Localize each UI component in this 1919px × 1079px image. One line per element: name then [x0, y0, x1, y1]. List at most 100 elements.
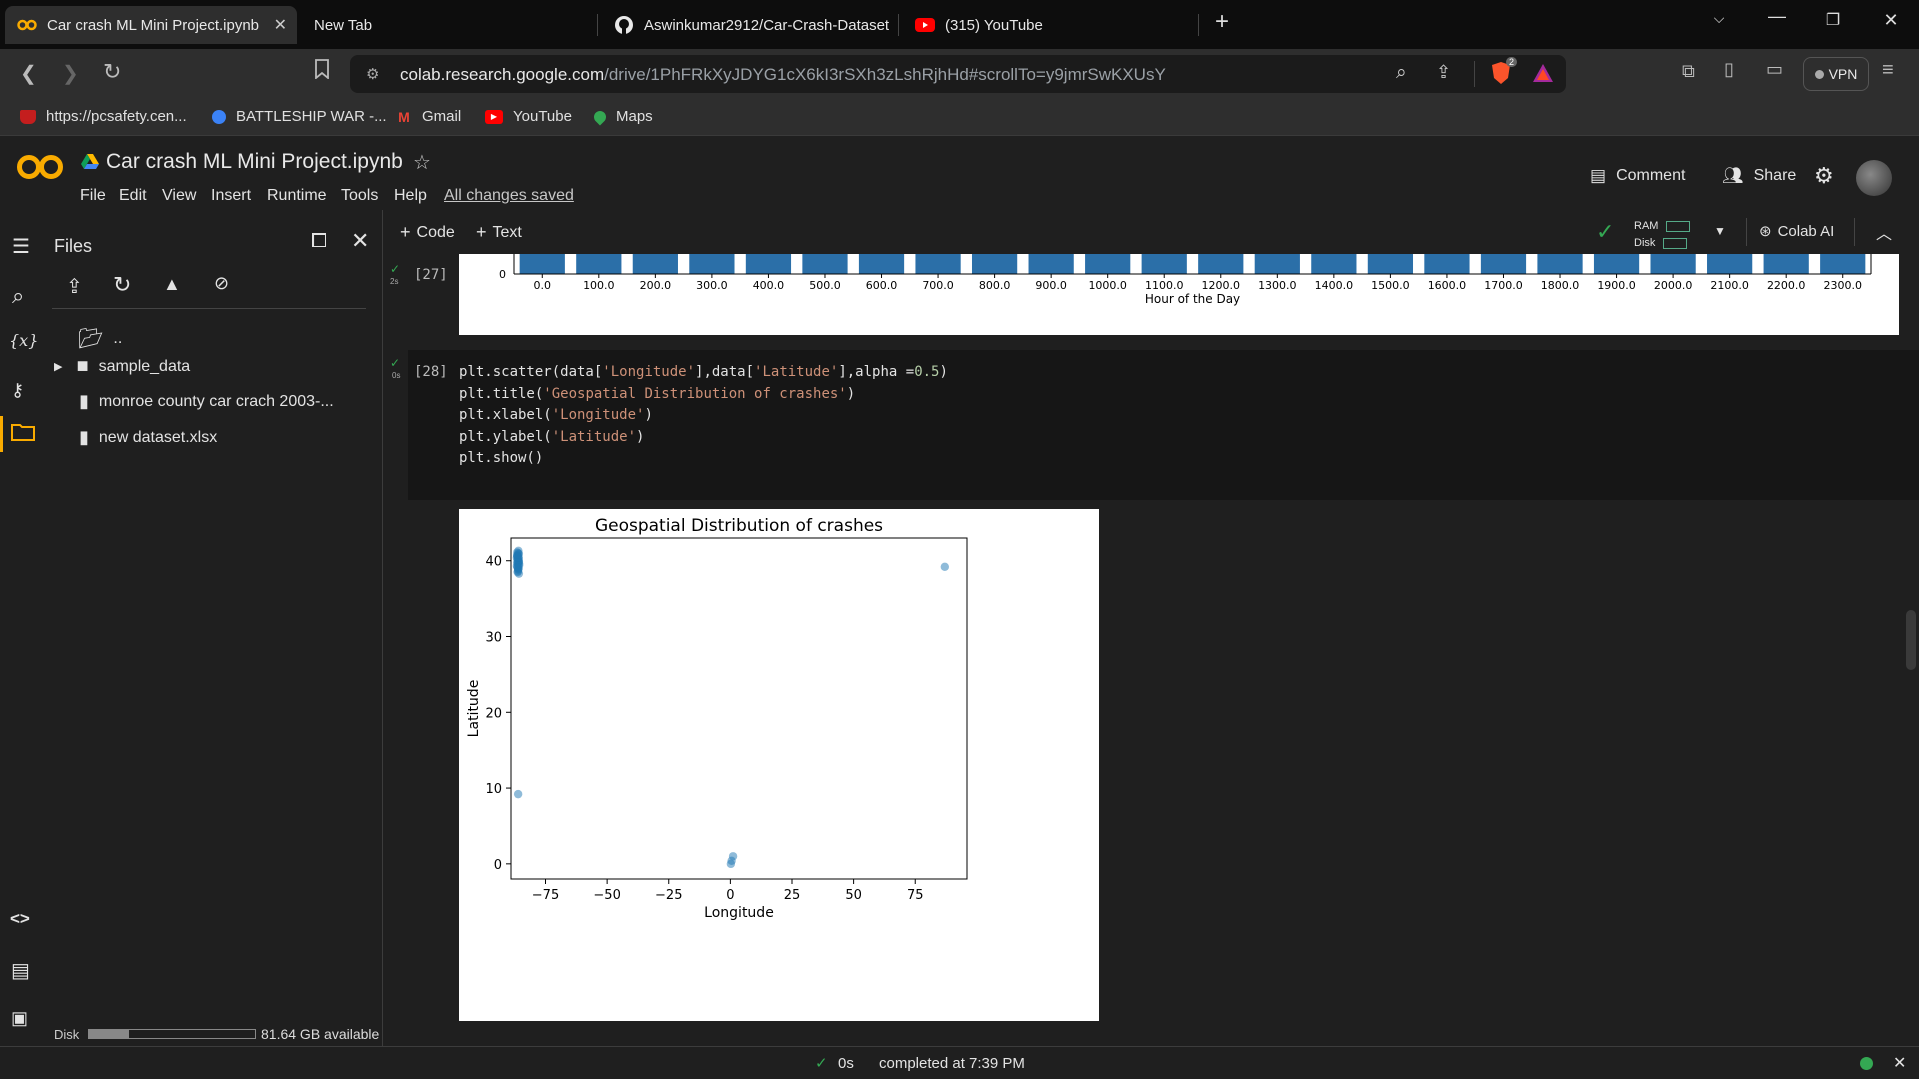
variables-icon[interactable]: {𝑥} [9, 331, 38, 350]
extensions-icon[interactable]: ⧉ [1682, 61, 1695, 82]
user-avatar[interactable] [1856, 160, 1892, 196]
site-settings-icon[interactable]: ⚙ [366, 65, 379, 83]
bookmark-gmail[interactable]: M Gmail [396, 108, 461, 125]
share-page-icon[interactable]: ⇪ [1436, 62, 1451, 83]
resources-indicator[interactable]: RAM Disk [1634, 218, 1691, 252]
terminal-icon[interactable]: ▣ [11, 1008, 28, 1029]
bookmark-battleship[interactable]: BATTLESHIP WAR -... [212, 108, 387, 125]
restore-window-icon[interactable]: ❐ [1818, 10, 1848, 30]
connection-status-dot [1860, 1057, 1873, 1070]
zoom-icon[interactable]: ⌕ [1396, 62, 1407, 84]
file-item-monroe[interactable]: ▮ monroe county car crach 2003-... [79, 391, 334, 412]
file-item-sample-data[interactable]: ▶ ■ sample_data [54, 355, 190, 378]
browser-menu-icon[interactable]: ≡ [1882, 59, 1894, 82]
gmail-icon: M [398, 108, 410, 125]
menu-tools[interactable]: Tools [341, 187, 378, 205]
file-item-new-dataset[interactable]: ▮ new dataset.xlsx [79, 427, 217, 448]
address-bar[interactable]: ⚙ colab.research.google.com/drive/1PhFRk… [350, 55, 1566, 93]
code-editor[interactable]: plt.scatter(data['Longitude'],data['Lati… [459, 362, 948, 470]
share-button[interactable]: 👥︎ Share [1722, 166, 1796, 186]
comment-button[interactable]: ▤ Comment [1590, 166, 1685, 186]
mount-drive-icon[interactable]: ▲ [163, 274, 181, 295]
forward-arrow-icon[interactable]: ❯ [62, 61, 79, 86]
x-tick-label: 600.0 [866, 279, 898, 292]
bar [1085, 254, 1131, 274]
bookmark-youtube[interactable]: ▶ YouTube [485, 108, 572, 125]
x-tick-label: 1800.0 [1541, 279, 1580, 292]
tab-search-chevron-icon[interactable]: ⌵ [1704, 10, 1734, 27]
url-path: /drive/1PhFRkXyJDYG1cX6kI3rSXh3zLshRjhHd… [604, 65, 1166, 84]
notebook-scrollbar-thumb[interactable] [1906, 610, 1916, 670]
new-tab-plus-icon[interactable]: + [1207, 8, 1237, 36]
colab-logo-icon[interactable] [16, 152, 64, 187]
cell-exec-count: [28] [414, 364, 448, 380]
table-of-contents-icon[interactable]: ☰ [12, 234, 30, 259]
x-tick-label: 700.0 [922, 279, 954, 292]
status-message[interactable]: completed at 7:39 PM [879, 1055, 1025, 1072]
file-icon: ▮ [79, 427, 89, 447]
file-item-parent[interactable]: 📂︎.. [78, 326, 122, 351]
close-tab-icon[interactable]: ✕ [274, 15, 287, 35]
runtime-dropdown-icon[interactable]: ▼ [1714, 224, 1726, 238]
runtime-connected-check-icon[interactable]: ✓ [1596, 219, 1614, 245]
code-cell-28[interactable]: ✓ 0s [28] plt.scatter(data['Longitude'],… [390, 350, 1919, 500]
back-arrow-icon[interactable]: ❮ [20, 61, 37, 86]
tab-divider [1198, 14, 1199, 36]
browser-tab-github[interactable]: Aswinkumar2912/Car-Crash-Dataset [602, 6, 892, 44]
x-tick-label: 1500.0 [1371, 279, 1410, 292]
close-window-icon[interactable]: ✕ [1876, 10, 1906, 31]
hide-files-icon[interactable]: ⊘ [214, 273, 229, 294]
browser-tab-youtube[interactable]: (315) YouTube [903, 6, 1193, 44]
bookmark-page-icon[interactable] [314, 59, 330, 85]
save-status[interactable]: All changes saved [444, 187, 574, 205]
search-icon[interactable]: ⌕ [12, 283, 24, 309]
google-drive-icon[interactable] [81, 153, 99, 174]
x-tick-label: 1200.0 [1202, 279, 1241, 292]
x-tick-label: 0.0 [534, 279, 552, 292]
close-panel-icon[interactable]: ✕ [351, 228, 369, 254]
browser-tab-newtab[interactable]: New Tab [302, 6, 592, 44]
refresh-icon[interactable]: ↻ [113, 272, 131, 298]
bar [632, 254, 678, 274]
bar [971, 254, 1018, 274]
menu-file[interactable]: File [80, 187, 106, 205]
files-folder-icon[interactable] [11, 423, 35, 446]
close-status-icon[interactable]: ✕ [1893, 1053, 1906, 1073]
minimize-icon[interactable]: — [1762, 6, 1792, 27]
colab-ai-button[interactable]: ⊛ Colab AI [1759, 222, 1834, 241]
vpn-label: VPN [1828, 66, 1858, 82]
add-code-button[interactable]: + Code [400, 222, 455, 243]
bar [1198, 254, 1244, 274]
menu-view[interactable]: View [162, 187, 196, 205]
vpn-button[interactable]: VPN [1803, 57, 1869, 91]
comment-icon: ▤ [1590, 166, 1607, 185]
folder-icon: ■ [76, 355, 89, 377]
url-host: colab.research.google.com [400, 65, 605, 84]
wallet-icon[interactable]: ▭ [1766, 59, 1783, 80]
settings-gear-icon[interactable]: ⚙ [1814, 163, 1834, 189]
notebook-title[interactable]: Car crash ML Mini Project.ipynb [106, 150, 403, 174]
brave-rewards-icon[interactable] [1532, 63, 1554, 88]
sidebar-toggle-icon[interactable]: ▯ [1724, 59, 1734, 80]
share-people-icon: 👥︎ [1722, 166, 1744, 185]
menu-runtime[interactable]: Runtime [267, 187, 327, 205]
menu-help[interactable]: Help [394, 187, 427, 205]
code-snippets-icon[interactable]: <> [10, 909, 30, 929]
globe-icon [212, 109, 226, 124]
reload-icon[interactable]: ↻ [103, 59, 121, 85]
command-palette-icon[interactable]: ▤ [11, 958, 30, 983]
bookmark-maps[interactable]: Maps [591, 108, 653, 125]
tab-divider [597, 14, 598, 36]
youtube-icon: ▶ [485, 109, 503, 124]
open-in-tab-icon[interactable]: ⧠ [311, 230, 327, 253]
add-text-button[interactable]: + Text [476, 222, 522, 243]
menu-edit[interactable]: Edit [119, 187, 147, 205]
secrets-key-icon[interactable]: ⚷ [11, 380, 24, 401]
bookmark-pcsafety[interactable]: https://pcsafety.cen... [20, 108, 187, 125]
expand-arrow-icon[interactable]: ▶ [54, 360, 62, 373]
star-icon[interactable]: ☆ [413, 150, 431, 175]
browser-tab-colab[interactable]: Car crash ML Mini Project.ipynb ✕ [5, 6, 297, 44]
upload-file-icon[interactable]: ⇪ [66, 274, 83, 299]
menu-insert[interactable]: Insert [211, 187, 251, 205]
collapse-header-icon[interactable]: ︿ [1876, 220, 1892, 244]
